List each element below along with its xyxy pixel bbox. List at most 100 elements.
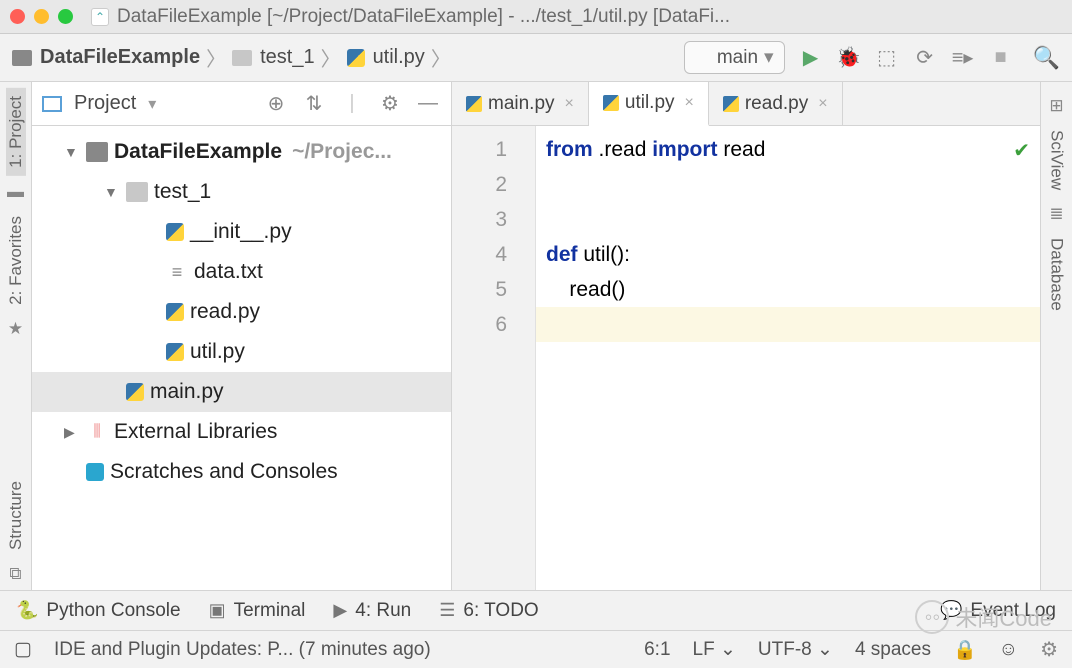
tab-label: main.py (488, 93, 555, 115)
chevron-right-icon: 〉 (429, 43, 453, 72)
hide-panel-icon[interactable]: — (415, 92, 441, 115)
project-panel-title[interactable]: Project (74, 92, 136, 115)
collapse-all-icon[interactable]: ⇅ (301, 91, 327, 116)
status-indent[interactable]: 4 spaces (855, 639, 931, 661)
tree-root[interactable]: ▼ DataFileExample ~/Projec... (32, 132, 451, 172)
tool-label: 4: Run (355, 600, 411, 622)
tree-label: __init__.py (190, 220, 292, 244)
bottom-tool-strip: 🐍Python Console ▣ Terminal ▶ 4: Run ☰ 6: TO… (0, 590, 1072, 630)
project-tool-window: Project ▾ ⊕ ⇅ | ⚙ — ▼ DataFileExample ~/… (32, 82, 452, 590)
bubble-icon: 💬 (940, 600, 962, 621)
tool-project[interactable]: 1: Project (6, 88, 26, 176)
tab-read[interactable]: read.py× (709, 82, 843, 125)
tree-package[interactable]: ▼ test_1 (32, 172, 451, 212)
status-caret-pos[interactable]: 6:1 (644, 639, 670, 661)
chevron-down-icon[interactable]: ▾ (148, 94, 156, 114)
chevron-right-icon[interactable]: ▶ (64, 424, 86, 441)
tab-main[interactable]: main.py × (452, 82, 589, 125)
tool-python-console[interactable]: 🐍Python Console (16, 600, 181, 622)
python-file-icon (723, 96, 739, 112)
project-view-icon (42, 96, 62, 112)
tree-file-selected[interactable]: main.py (32, 372, 451, 412)
play-icon: ▶ (333, 600, 347, 621)
star-icon: ★ (8, 319, 23, 339)
breadcrumb-folder[interactable]: test_1 (260, 46, 314, 69)
close-icon[interactable]: × (818, 95, 827, 113)
notifications-icon[interactable]: ▢ (14, 638, 32, 661)
status-message[interactable]: IDE and Plugin Updates: P... (7 minutes … (54, 639, 431, 661)
stop-button[interactable]: ■ (989, 46, 1013, 70)
tree-file[interactable]: util.py (32, 332, 451, 372)
python-icon: 🐍 (16, 600, 38, 621)
list-icon: ☰ (439, 600, 455, 621)
tool-structure[interactable]: Structure (6, 473, 26, 558)
breadcrumb-file[interactable]: util.py (373, 46, 425, 69)
sciview-icon: ⊞ (1049, 96, 1063, 116)
tab-util[interactable]: util.py × (589, 82, 709, 126)
close-window-button[interactable] (10, 9, 25, 24)
python-file-icon (347, 49, 365, 67)
tree-file[interactable]: data.txt (32, 252, 451, 292)
tool-label: Terminal (234, 600, 306, 622)
run-config-selector[interactable]: main ▾ (684, 41, 785, 74)
tool-database[interactable]: Database (1047, 230, 1067, 319)
folder-icon (232, 50, 252, 66)
tree-file[interactable]: read.py (32, 292, 451, 332)
gear-icon[interactable]: ⚙ (1040, 637, 1058, 662)
close-icon[interactable]: × (565, 95, 574, 113)
close-icon[interactable]: × (685, 94, 694, 112)
tree-scratches[interactable]: Scratches and Consoles (32, 452, 451, 492)
terminal-icon: ▣ (209, 600, 226, 621)
editor-tabs: main.py × util.py × read.py× (452, 82, 1040, 126)
python-file-icon (126, 383, 144, 401)
run-config-label: main (717, 47, 758, 69)
status-encoding[interactable]: UTF-8 ⌄ (758, 638, 833, 661)
tool-sciview[interactable]: SciView (1047, 122, 1067, 198)
tool-todo[interactable]: ☰ 6: TODO (439, 600, 538, 622)
tree-file[interactable]: __init__.py (32, 212, 451, 252)
tool-label: Event Log (970, 600, 1056, 622)
chevron-down-icon[interactable]: ▼ (64, 144, 86, 160)
code-lines[interactable]: from .read import read def util(): read(… (536, 126, 1040, 590)
chevron-right-icon: 〉 (204, 43, 228, 72)
tool-event-log[interactable]: 💬 Event Log (940, 600, 1056, 622)
project-panel-header: Project ▾ ⊕ ⇅ | ⚙ — (32, 82, 451, 126)
profile-button[interactable]: ⟳ (913, 46, 937, 70)
tool-favorites[interactable]: 2: Favorites (6, 208, 26, 313)
search-icon[interactable]: 🔍 (1033, 45, 1060, 71)
tree-label: data.txt (194, 260, 263, 284)
concurrency-button[interactable]: ≡▸ (951, 46, 975, 70)
locate-icon[interactable]: ⊕ (263, 91, 289, 116)
window-title: DataFileExample [~/Project/DataFileExamp… (117, 6, 730, 28)
run-button[interactable]: ▶ (799, 46, 823, 70)
divider: | (339, 92, 365, 115)
tree-label: main.py (150, 380, 224, 404)
project-tree[interactable]: ▼ DataFileExample ~/Projec... ▼ test_1 _… (32, 126, 451, 498)
minimize-window-button[interactable] (34, 9, 49, 24)
chevron-down-icon[interactable]: ▼ (104, 184, 126, 200)
gear-icon[interactable]: ⚙ (377, 91, 403, 116)
tree-external-libraries[interactable]: ▶External Libraries (32, 412, 451, 452)
lock-icon[interactable]: 🔒 (953, 638, 977, 662)
tree-label: Scratches and Consoles (110, 460, 338, 484)
status-line-separator[interactable]: LF ⌄ (693, 638, 736, 661)
code-editor[interactable]: 123456 from .read import read def util()… (452, 126, 1040, 590)
tool-terminal[interactable]: ▣ Terminal (209, 600, 306, 622)
breadcrumb-root[interactable]: DataFileExample (40, 46, 200, 69)
main-area: 1: Project ▬ 2: Favorites ★ Structure ⧉ … (0, 82, 1072, 590)
tool-run[interactable]: ▶ 4: Run (333, 600, 411, 622)
debug-button[interactable]: 🐞 (837, 46, 861, 70)
inspector-icon[interactable]: ☺ (999, 639, 1018, 661)
tool-label: 6: TODO (463, 600, 538, 622)
coverage-button[interactable]: ⬚ (875, 46, 899, 70)
breadcrumb[interactable]: DataFileExample 〉 test_1 〉 util.py 〉 (12, 43, 453, 72)
python-file-icon (166, 223, 184, 241)
tree-label: test_1 (154, 180, 211, 204)
zoom-window-button[interactable] (58, 9, 73, 24)
folder-icon: ▬ (7, 182, 24, 202)
python-file-icon (466, 96, 482, 112)
tab-label: util.py (625, 92, 675, 114)
scratches-icon (86, 463, 104, 481)
database-icon: ≣ (1049, 204, 1063, 224)
package-icon (126, 182, 148, 202)
